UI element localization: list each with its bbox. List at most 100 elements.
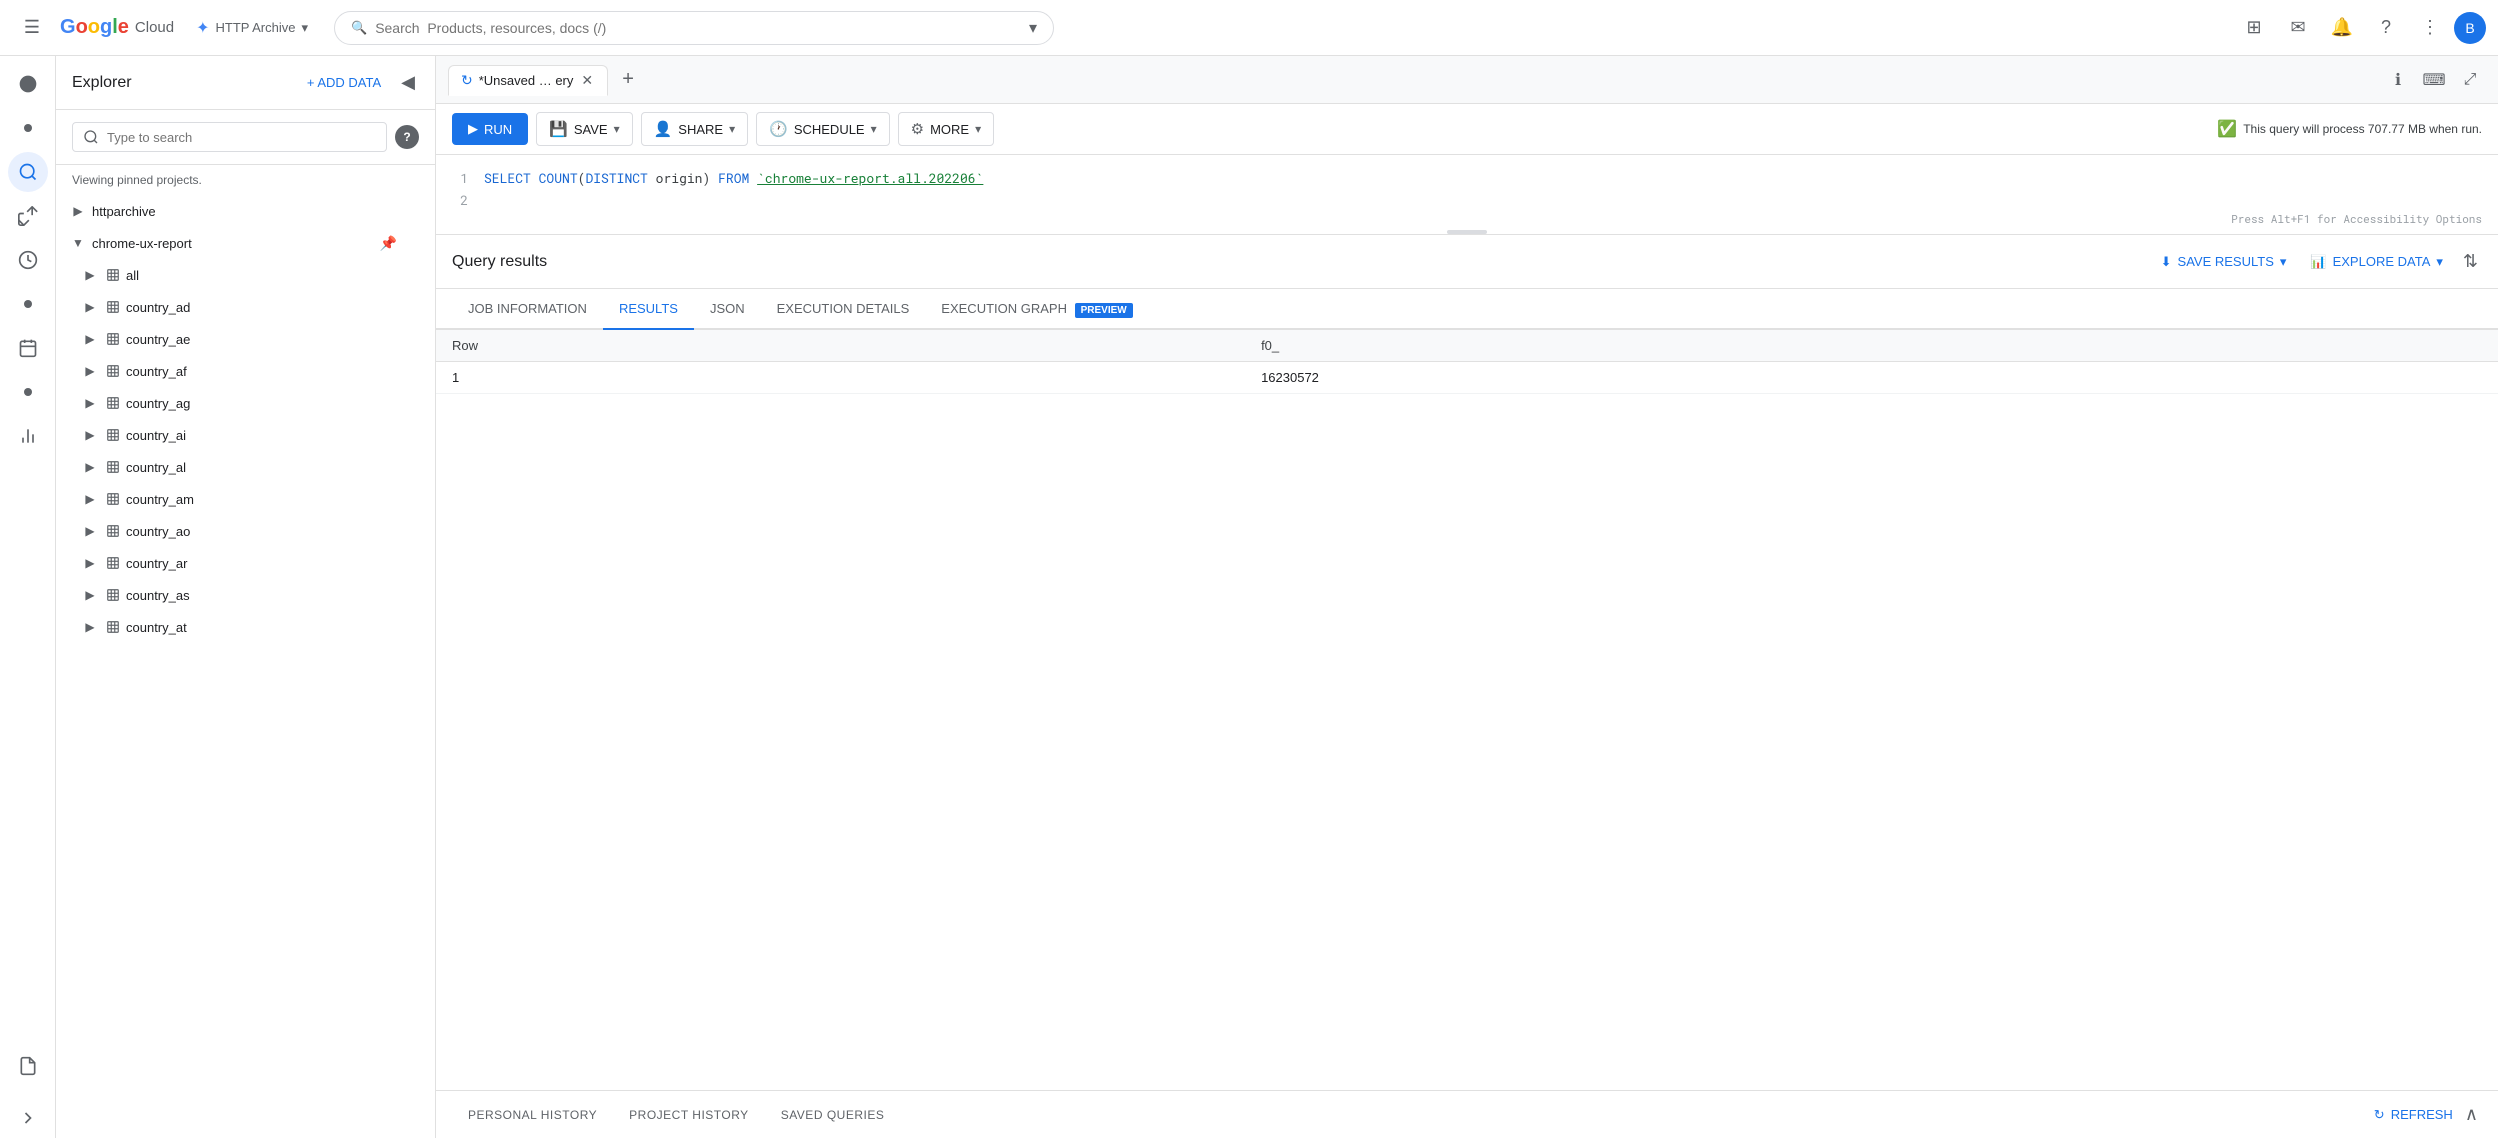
save-results-label: SAVE RESULTS	[2178, 254, 2274, 269]
tab-close-button[interactable]: ✕	[579, 72, 595, 89]
sidebar-item-country_al[interactable]: ▶ country_al ⋮	[56, 451, 435, 483]
email-icon-button[interactable]: ✉	[2278, 8, 2318, 48]
tab-results-label: RESULTS	[619, 301, 678, 316]
collapse-bottom-button[interactable]: ∧	[2461, 1100, 2482, 1129]
run-icon: ▶	[468, 121, 478, 137]
tab-results[interactable]: RESULTS	[603, 289, 694, 330]
save-results-button[interactable]: ⬇ SAVE RESULTS ▾	[2153, 247, 2295, 276]
sidebar-item-country_ai[interactable]: ▶ country_ai ⋮	[56, 419, 435, 451]
refresh-icon: ↻	[2374, 1107, 2385, 1123]
tab-execution-details[interactable]: EXECUTION DETAILS	[761, 289, 926, 330]
saved-queries-label: SAVED QUERIES	[781, 1108, 885, 1122]
sidebar-item-country_ao[interactable]: ▶ country_ao ⋮	[56, 515, 435, 547]
tab-execution-graph-label: EXECUTION GRAPH	[941, 301, 1067, 316]
more-button[interactable]: ⚙ MORE ▾	[898, 112, 994, 146]
rail-schedule-icon[interactable]	[8, 328, 48, 368]
search-expand-button[interactable]: ▾	[1029, 18, 1037, 38]
run-query-button[interactable]: ▶ RUN	[452, 113, 528, 145]
sql-editor[interactable]: 1 SELECT COUNT(DISTINCT origin) FROM `ch…	[436, 155, 2498, 235]
rail-home-icon[interactable]	[8, 64, 48, 104]
sidebar-item-country_am[interactable]: ▶ country_am ⋮	[56, 483, 435, 515]
chart-icon: 📊	[2310, 254, 2326, 270]
sidebar-item-country_ar[interactable]: ▶ country_ar ⋮	[56, 547, 435, 579]
more-label: MORE	[930, 122, 969, 137]
chevron-right-icon: ▶	[80, 585, 100, 605]
table-icon	[104, 458, 122, 476]
schedule-button[interactable]: 🕐 SCHEDULE ▾	[756, 112, 890, 146]
more-options-button[interactable]: ⋮	[2410, 8, 2450, 48]
sidebar-item-country_ag[interactable]: ▶ country_ag ⋮	[56, 387, 435, 419]
schedule-label: SCHEDULE	[794, 122, 865, 137]
new-tab-button[interactable]: +	[612, 64, 644, 96]
sidebar-item-label: chrome-ux-report	[92, 236, 376, 251]
tab-saved-queries[interactable]: SAVED QUERIES	[765, 1096, 901, 1134]
share-button[interactable]: 👤 SHARE ▾	[641, 112, 749, 146]
tab-keyboard-button[interactable]: ⌨	[2418, 64, 2450, 96]
project-selector[interactable]: ✦ HTTP Archive ▾	[186, 12, 318, 44]
notification-bell-button[interactable]: 🔔	[2322, 8, 2362, 48]
refresh-button[interactable]: ↻ REFRESH	[2366, 1101, 2461, 1129]
sql-code-line2	[484, 189, 492, 211]
tab-fullscreen-button[interactable]: ⤢	[2454, 64, 2486, 96]
explore-dropdown-icon: ▾	[2436, 254, 2443, 270]
grid-icon-button[interactable]: ⊞	[2234, 8, 2274, 48]
results-table-container: Row f0_ 1 16230572	[436, 330, 2498, 1090]
cell-row-number: 1	[436, 362, 1245, 394]
avatar[interactable]: B	[2454, 12, 2486, 44]
personal-history-label: PERSONAL HISTORY	[468, 1108, 597, 1122]
results-tabs: JOB INFORMATION RESULTS JSON EXECUTION D…	[436, 289, 2498, 330]
global-search-input[interactable]	[375, 20, 1021, 36]
tab-personal-history[interactable]: PERSONAL HISTORY	[452, 1096, 613, 1134]
help-button[interactable]: ?	[2366, 8, 2406, 48]
table-icon	[104, 426, 122, 444]
rail-history-icon[interactable]	[8, 240, 48, 280]
editor-resize-handle[interactable]	[1447, 230, 1487, 234]
tab-project-history[interactable]: PROJECT HISTORY	[613, 1096, 765, 1134]
sidebar-item-country_ad[interactable]: ▶ country_ad ⋮	[56, 291, 435, 323]
rail-search-icon[interactable]	[8, 152, 48, 192]
rail-chart-icon[interactable]	[8, 416, 48, 456]
tab-refresh-icon: ↻	[461, 72, 473, 89]
nav-icon-group: ⊞ ✉ 🔔 ? ⋮ B	[2234, 8, 2486, 48]
sidebar-search-container: ?	[56, 110, 435, 165]
sidebar-item-country_ae[interactable]: ▶ country_ae ⋮	[56, 323, 435, 355]
tab-json-label: JSON	[710, 301, 745, 316]
tab-job-information-label: JOB INFORMATION	[468, 301, 587, 316]
sidebar-item-httparchive[interactable]: ▶ httparchive ⋮	[56, 195, 435, 227]
tab-job-information[interactable]: JOB INFORMATION	[452, 289, 603, 330]
chevron-right-icon: ▶	[80, 617, 100, 637]
sidebar-item-label: httparchive	[92, 204, 399, 219]
results-table: Row f0_ 1 16230572	[436, 330, 2498, 394]
rail-dot2	[8, 284, 48, 324]
sidebar-item-country_as[interactable]: ▶ country_as ⋮	[56, 579, 435, 611]
global-search-bar: 🔍 ▾	[334, 11, 1054, 45]
collapse-sidebar-button[interactable]: ◀	[397, 68, 419, 97]
sidebar-item-label: country_am	[126, 492, 399, 507]
explore-data-button[interactable]: 📊 EXPLORE DATA ▾	[2302, 247, 2451, 276]
sidebar-item-label: country_ae	[126, 332, 399, 347]
sidebar-item-chrome-ux-report[interactable]: ▼ chrome-ux-report 📌 ⋮	[56, 227, 435, 259]
save-button[interactable]: 💾 SAVE ▾	[536, 112, 632, 146]
query-info: ✅ This query will process 707.77 MB when…	[2217, 119, 2482, 139]
sidebar-search-input[interactable]	[107, 130, 376, 145]
rail-expand-icon[interactable]	[8, 1098, 48, 1138]
search-help-button[interactable]: ?	[395, 125, 419, 149]
add-data-button[interactable]: + ADD DATA	[299, 69, 389, 96]
query-tab-unsaved[interactable]: ↻ *Unsaved … ery ✕	[448, 65, 608, 96]
sidebar-item-country_at[interactable]: ▶ country_at ⋮	[56, 611, 435, 643]
rail-doc-icon[interactable]	[8, 1046, 48, 1086]
table-icon	[104, 394, 122, 412]
tab-execution-graph[interactable]: EXECUTION GRAPH PREVIEW	[925, 289, 1148, 330]
sql-code-line1: SELECT COUNT(DISTINCT origin) FROM `chro…	[484, 167, 983, 189]
share-dropdown-icon: ▾	[729, 122, 735, 136]
sidebar-item-country_af[interactable]: ▶ country_af ⋮	[56, 355, 435, 387]
sidebar-item-all[interactable]: ▶ all ⋮	[56, 259, 435, 291]
tab-info-button[interactable]: ℹ	[2382, 64, 2414, 96]
table-row: 1 16230572	[436, 362, 2498, 394]
sidebar-item-label: country_al	[126, 460, 399, 475]
query-toolbar: ▶ RUN 💾 SAVE ▾ 👤 SHARE ▾ 🕐 SCHEDULE ▾ ⚙ …	[436, 104, 2498, 155]
results-expand-button[interactable]: ⇅	[2459, 247, 2482, 276]
hamburger-menu-button[interactable]: ☰	[12, 8, 52, 48]
rail-transfer-icon[interactable]	[8, 196, 48, 236]
tab-json[interactable]: JSON	[694, 289, 761, 330]
